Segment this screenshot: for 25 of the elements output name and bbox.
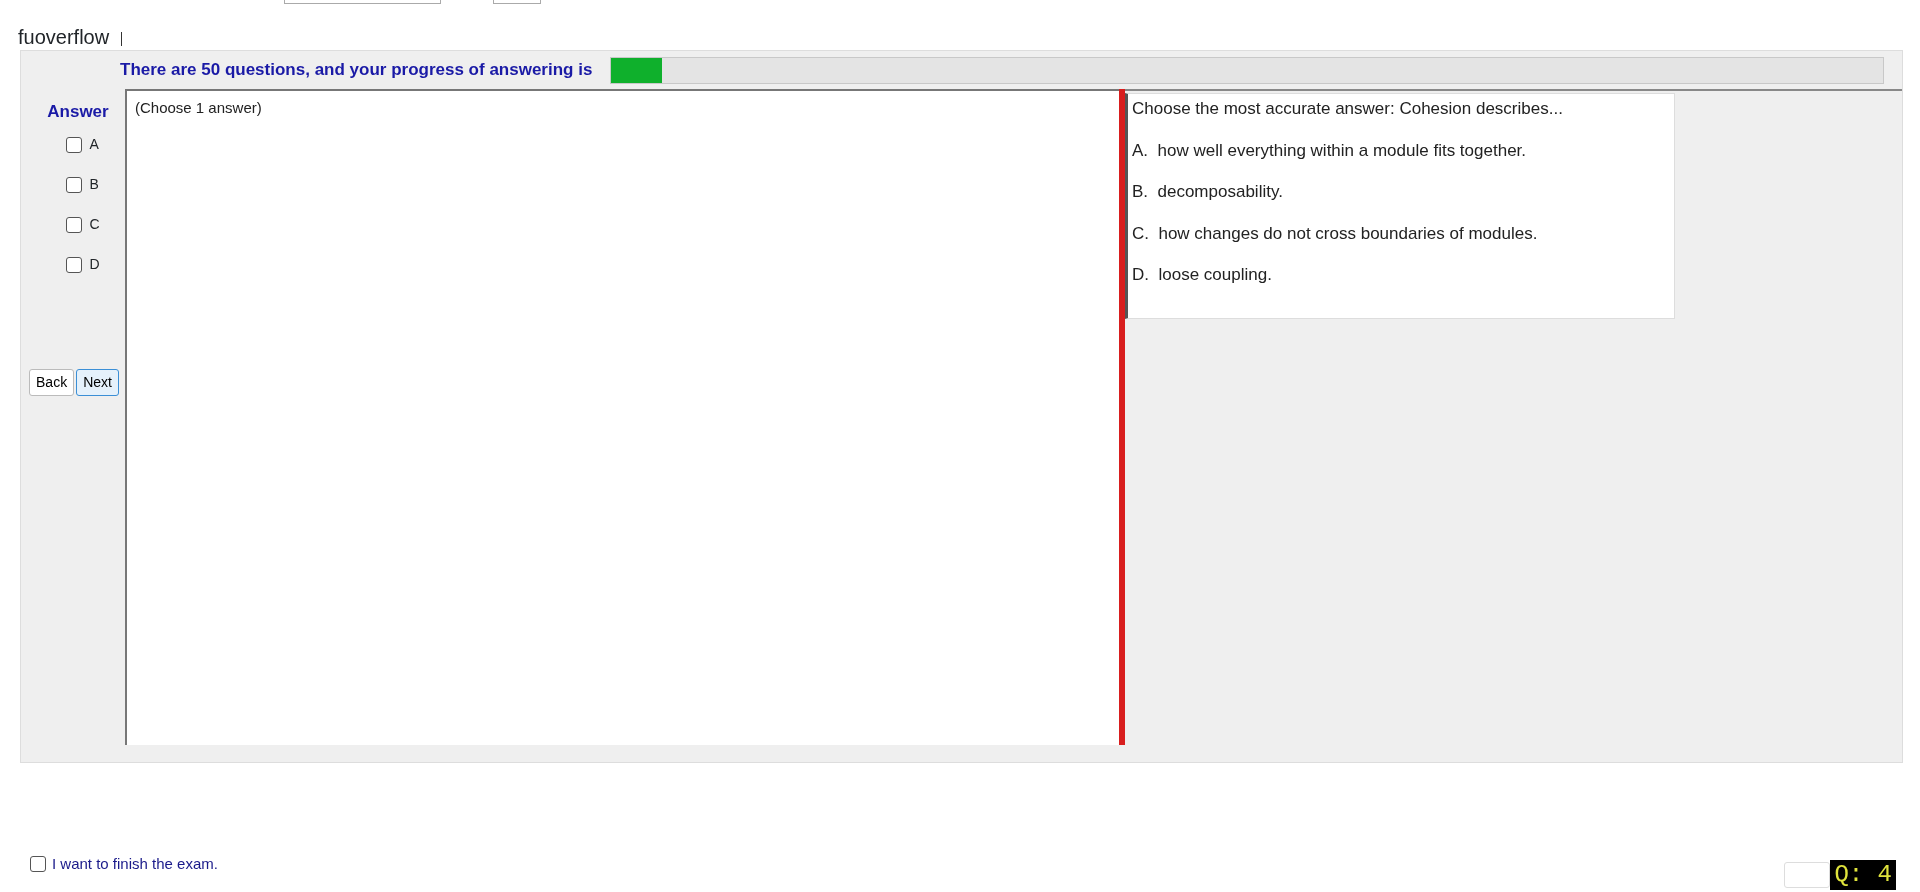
option-letter: A — [89, 135, 99, 154]
answer-choice: B. decomposability. — [1132, 181, 1284, 203]
question-prompt: Choose the most accurate answer: Cohesion describes... — [1132, 98, 1564, 120]
answer-checkbox[interactable] — [66, 256, 83, 273]
progress-text: There are 50 questions, and your progress of answering is — [120, 59, 593, 82]
option-letter: B — [89, 175, 99, 194]
answer-checkbox[interactable] — [66, 136, 83, 153]
small-button[interactable] — [1784, 862, 1831, 888]
option-letter: D — [89, 255, 100, 274]
answer-text-area[interactable]: (Choose 1 answer) — [125, 89, 1119, 745]
answer-checkbox[interactable] — [66, 176, 83, 193]
answer-choice: D. loose coupling. — [1132, 264, 1273, 286]
finish-checkbox[interactable] — [30, 856, 46, 872]
answer-choice: A. how well everything within a module fits together. — [1132, 139, 1528, 162]
answer-checkbox[interactable] — [66, 216, 83, 233]
option-letter: C — [89, 215, 100, 234]
back-button[interactable]: Back — [29, 368, 75, 396]
finish-label: I want to finish the exam. — [52, 853, 218, 874]
next-button[interactable]: Next — [76, 368, 119, 396]
app-label: fuoverflow — [18, 26, 110, 48]
answer-choice: C. how changes do not cross boundaries of modules. — [1132, 222, 1539, 245]
text-cursor — [121, 31, 123, 46]
answer-label: Answer — [47, 101, 109, 123]
question-number: Q: 4 — [1830, 860, 1896, 890]
answer-hint: (Choose 1 answer) — [135, 99, 262, 116]
